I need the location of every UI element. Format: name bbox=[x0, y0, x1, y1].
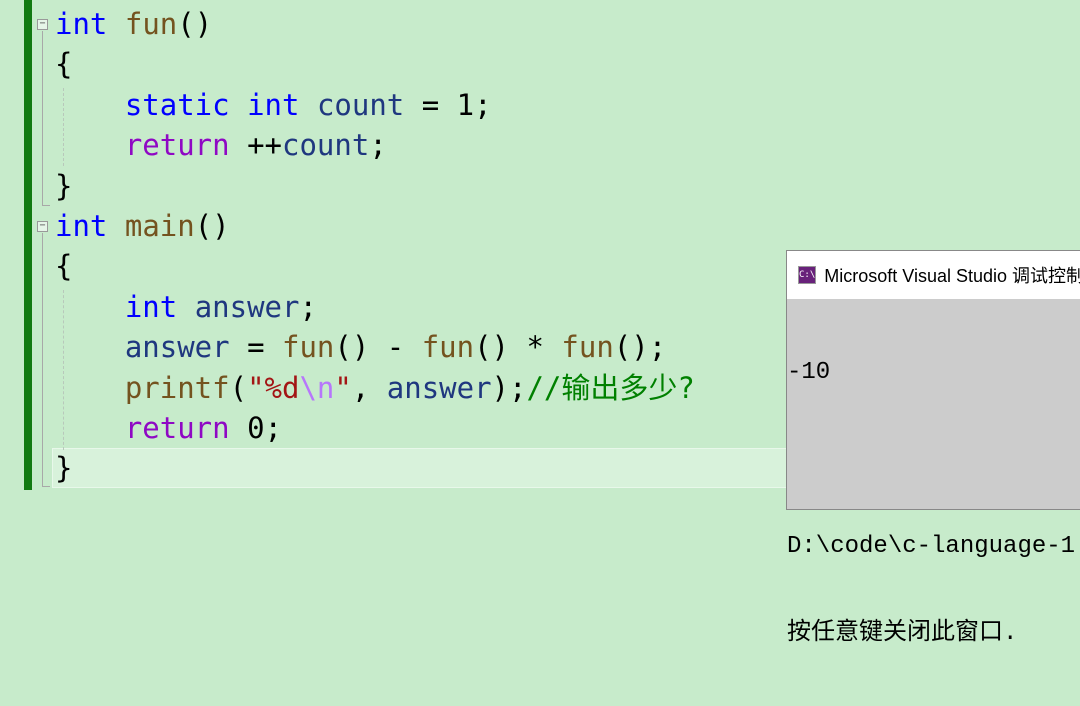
code-line[interactable]: { bbox=[55, 246, 695, 286]
code-token: int bbox=[55, 7, 108, 41]
code-token: int bbox=[55, 208, 108, 243]
code-token: } bbox=[55, 168, 73, 203]
change-tracking-bar bbox=[24, 0, 32, 490]
console-line: -10 bbox=[787, 359, 831, 386]
console-title-bar[interactable]: C:\ Microsoft Visual Studio 调试控制台 bbox=[787, 251, 1080, 299]
console-title: Microsoft Visual Studio 调试控制台 bbox=[824, 266, 1080, 286]
code-token: return bbox=[124, 128, 230, 163]
code-token: fun bbox=[421, 330, 475, 365]
code-token: (); bbox=[613, 330, 667, 365]
code-token: fun bbox=[282, 330, 335, 365]
fold-end bbox=[42, 205, 50, 206]
code-token: count bbox=[316, 87, 405, 122]
code-token: "%d bbox=[247, 370, 300, 405]
code-line[interactable]: int main() bbox=[55, 206, 695, 246]
code-token: } bbox=[55, 451, 73, 486]
code-token: \n bbox=[299, 370, 335, 405]
code-token: count bbox=[282, 128, 370, 163]
code-token: answer bbox=[124, 330, 230, 365]
code-token: () bbox=[177, 7, 213, 41]
console-line: D:\code\c-language-1 bbox=[787, 533, 1076, 560]
code-token: " bbox=[334, 370, 352, 405]
code-line[interactable]: answer = fun() - fun() * fun(); bbox=[55, 327, 695, 367]
collapse-main-icon[interactable]: − bbox=[37, 221, 48, 232]
fold-line bbox=[42, 233, 43, 486]
code-line[interactable]: int answer; bbox=[55, 287, 695, 327]
code-token: main bbox=[124, 208, 195, 243]
code-line[interactable]: int fun() bbox=[55, 4, 695, 44]
debug-console-window[interactable]: C:\ Microsoft Visual Studio 调试控制台 -10 ​ … bbox=[786, 250, 1080, 647]
code-line[interactable]: { bbox=[55, 44, 695, 84]
code-token: static bbox=[124, 87, 230, 122]
code-token: { bbox=[55, 249, 73, 284]
code-token: //输出多少? bbox=[526, 370, 695, 405]
code-editor[interactable]: int fun(){ static int count = 1; return … bbox=[55, 4, 695, 489]
code-token: answer bbox=[194, 289, 300, 324]
code-token: answer bbox=[386, 370, 492, 405]
code-token: return bbox=[124, 410, 230, 445]
code-token: () * bbox=[474, 330, 562, 365]
code-line[interactable]: } bbox=[55, 166, 695, 206]
code-token: ); bbox=[491, 370, 527, 405]
code-line[interactable]: return 0; bbox=[55, 408, 695, 448]
code-token: ( bbox=[229, 370, 248, 405]
code-token: = 1; bbox=[404, 87, 492, 122]
code-token: ++ bbox=[229, 128, 282, 163]
code-token: int bbox=[124, 289, 178, 324]
code-token: ; bbox=[369, 128, 387, 163]
code-token: () - bbox=[334, 330, 422, 365]
console-line: 按任意键关闭此窗口. bbox=[787, 620, 1018, 647]
code-token: fun bbox=[561, 330, 614, 365]
code-token: { bbox=[55, 47, 73, 82]
code-token: 0; bbox=[229, 410, 282, 445]
code-token: , bbox=[351, 370, 387, 405]
code-token: = bbox=[229, 330, 282, 365]
console-line: ​ bbox=[787, 445, 1080, 474]
code-line[interactable]: } bbox=[55, 448, 695, 488]
code-line[interactable]: printf("%d\n", answer);//输出多少? bbox=[55, 368, 695, 408]
code-token: printf bbox=[124, 370, 230, 405]
code-token: ; bbox=[299, 289, 317, 324]
vs-console-icon: C:\ bbox=[798, 266, 817, 284]
console-output: -10 ​ D:\code\c-language-1 按任意键关闭此窗口. bbox=[787, 299, 1080, 706]
fold-line bbox=[42, 31, 43, 205]
code-token: () bbox=[194, 208, 230, 243]
code-line[interactable]: static int count = 1; bbox=[55, 85, 695, 125]
fold-end bbox=[42, 486, 50, 487]
collapse-fun-icon[interactable]: − bbox=[37, 19, 48, 30]
code-token: int bbox=[247, 87, 300, 122]
code-line[interactable]: return ++count; bbox=[55, 125, 695, 165]
code-token: fun bbox=[124, 7, 178, 41]
